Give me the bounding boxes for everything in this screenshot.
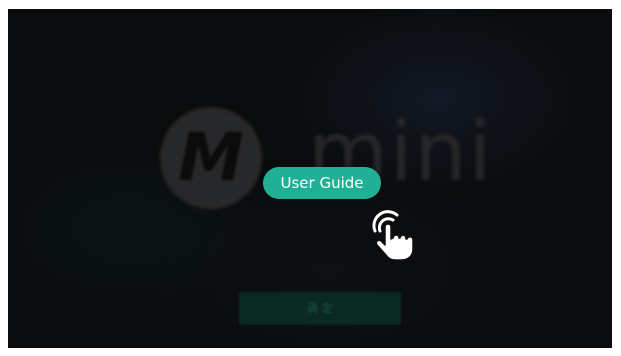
- app-screen: M mini 确 定 User Guide: [8, 9, 612, 348]
- user-guide-button[interactable]: User Guide: [263, 167, 381, 199]
- confirm-button[interactable]: 确 定: [239, 292, 401, 325]
- logo-mark-letter: M: [178, 119, 244, 196]
- tap-hand-icon: [372, 210, 414, 261]
